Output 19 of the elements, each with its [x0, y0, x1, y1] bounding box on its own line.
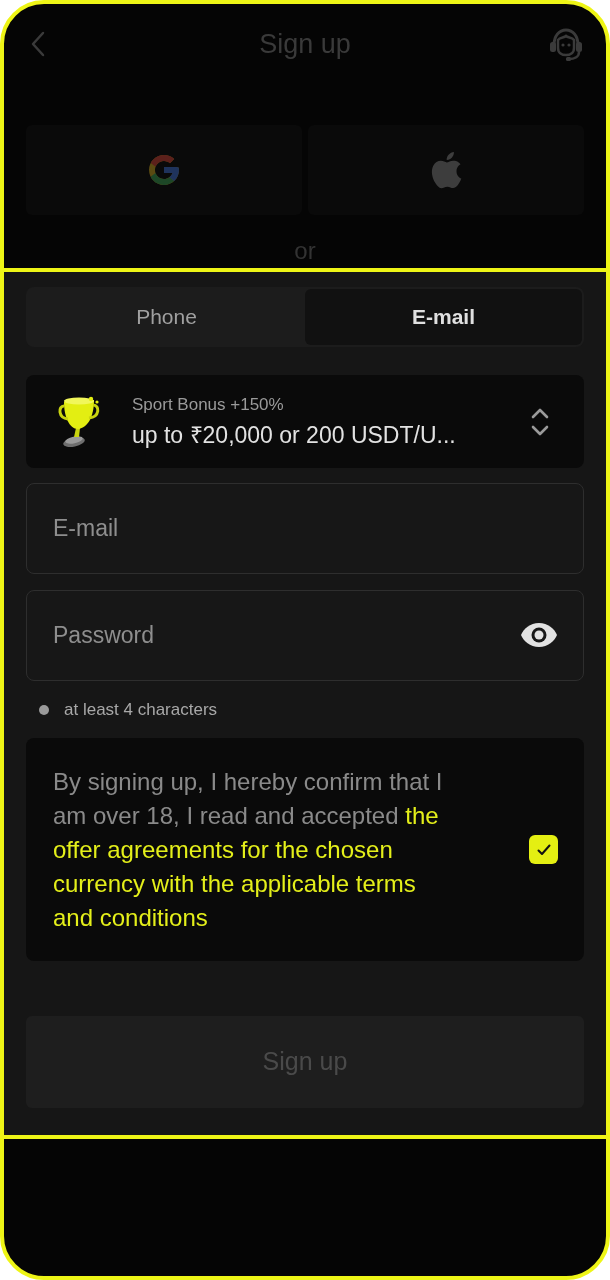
trophy-icon: [56, 395, 102, 448]
google-logo-icon: [146, 152, 182, 188]
tab[interactable]: Phone: [28, 289, 305, 345]
bonus-label: Sport Bonus +150%: [132, 393, 285, 416]
eye-icon[interactable]: [520, 622, 558, 648]
back-chevron-icon[interactable]: [31, 31, 45, 57]
password-hint: at least 4 characters: [64, 700, 218, 720]
google-signin-button[interactable]: [26, 125, 302, 215]
terms-checkbox[interactable]: [529, 835, 558, 864]
apple-signin-button[interactable]: [308, 125, 584, 215]
email-input[interactable]: E-mail: [26, 483, 584, 574]
password-input[interactable]: Password: [26, 590, 584, 681]
bonus-value: up to ₹20,000 or 200 USDT/U...: [132, 420, 457, 450]
apple-logo-icon: [430, 151, 462, 189]
tab[interactable]: E-mail: [305, 289, 582, 345]
checkmark-icon: [536, 843, 551, 856]
terms-text: By signing up, I hereby confirm that I am over 18, I read and accepted the offer agreements for the chosen currency with the applicable terms and conditions: [53, 766, 444, 933]
bonus-select[interactable]: Sport Bonus +150% up to ₹20,000 or 200 USDT/U...: [26, 375, 584, 468]
support-agent-icon[interactable]: [548, 26, 584, 62]
